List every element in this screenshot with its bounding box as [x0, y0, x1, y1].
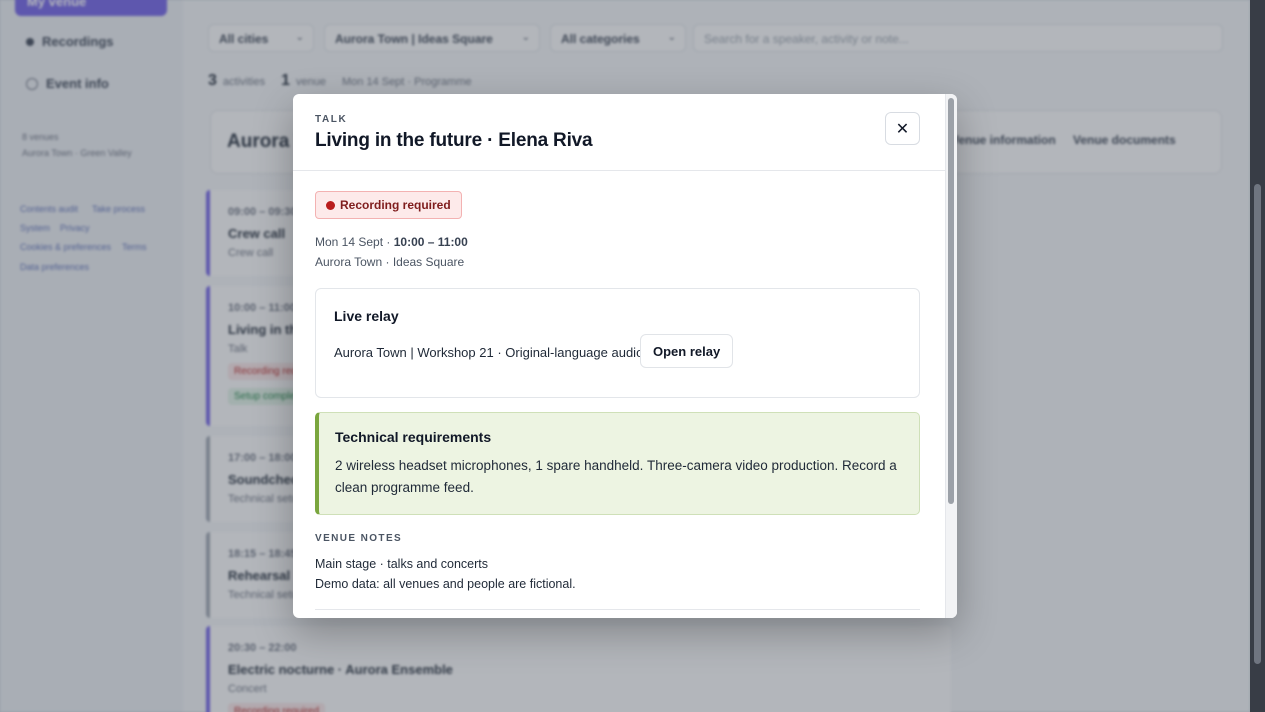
- activity-date: Mon 14 Sept ·: [315, 235, 394, 249]
- technical-requirements-text: 2 wireless headset microphones, 1 spare …: [335, 458, 897, 495]
- section-divider: [315, 609, 920, 610]
- recording-required-badge: Recording required: [315, 191, 462, 219]
- activity-time: 10:00 – 11:00: [393, 235, 468, 249]
- record-dot-icon: [326, 200, 335, 210]
- live-relay-panel: Live relay Aurora Town | Workshop 21 · O…: [315, 288, 920, 398]
- technical-requirements-panel: Technical requirements 2 wireless headse…: [315, 412, 920, 515]
- badge-label: Recording required: [340, 198, 451, 212]
- venue-note: Demo data: all venues and people are fic…: [315, 577, 576, 591]
- close-button[interactable]: ✕: [885, 112, 920, 145]
- activity-type-label: TALK: [315, 114, 348, 125]
- live-relay-description: Aurora Town | Workshop 21 · Original-lan…: [334, 345, 644, 360]
- open-relay-button[interactable]: Open relay: [640, 334, 734, 368]
- modal-title: Living in the future · Elena Riva: [315, 130, 593, 151]
- close-icon: ✕: [895, 120, 910, 138]
- activity-location: Aurora Town · Ideas Square: [315, 255, 465, 269]
- activity-datetime: Mon 14 Sept · 10:00 – 11:00: [315, 235, 468, 249]
- activity-modal: TALK Living in the future · Elena Riva ✕…: [293, 94, 957, 618]
- modal-scrollbar-thumb[interactable]: [948, 98, 954, 504]
- technical-requirements-title: Technical requirements: [335, 429, 492, 445]
- modal-header: TALK Living in the future · Elena Riva ✕: [293, 94, 945, 171]
- venue-note: Main stage · talks and concerts: [315, 557, 488, 571]
- live-relay-title: Live relay: [334, 308, 399, 324]
- venue-notes-label: VENUE NOTES: [315, 533, 403, 544]
